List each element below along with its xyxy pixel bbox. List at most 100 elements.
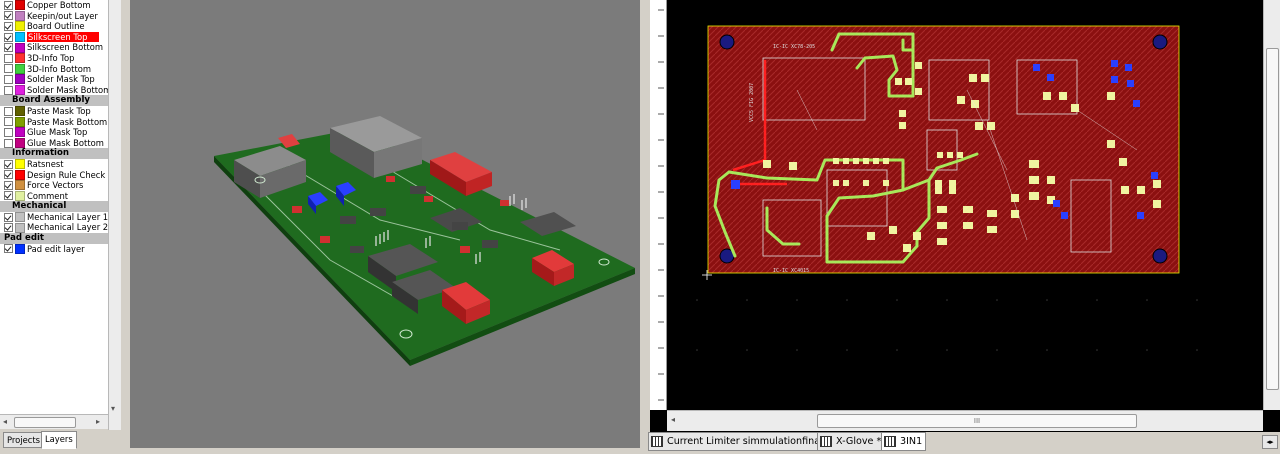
scroll-right-arrow-icon[interactable]: ▸	[96, 417, 100, 426]
layer-row[interactable]: Copper Bottom	[0, 0, 108, 11]
layer-color-swatch[interactable]	[15, 42, 25, 53]
layer-color-swatch[interactable]	[15, 106, 25, 117]
layer-row[interactable]: Comment	[0, 191, 108, 202]
layer-visibility-checkbox[interactable]	[4, 244, 13, 254]
layer-visibility-checkbox[interactable]	[4, 180, 13, 190]
layer-row[interactable]: Solder Mask Top	[0, 74, 108, 85]
layer-label: Pad edit layer	[27, 243, 85, 254]
layer-row[interactable]: Paste Mask Bottom	[0, 117, 108, 128]
pcb-label-board-name: VCC5 FIG 2007	[749, 83, 755, 122]
layer-visibility-checkbox[interactable]	[4, 85, 13, 95]
layer-color-swatch[interactable]	[15, 243, 25, 254]
layer-label: Board Outline	[27, 21, 85, 32]
tab-layers[interactable]: Layers	[41, 431, 77, 449]
layer-visibility-checkbox[interactable]	[4, 191, 13, 201]
tab-scroll-arrows-icon[interactable]: ◂▸	[1262, 435, 1278, 449]
layer-visibility-checkbox[interactable]	[4, 0, 13, 10]
layer-row[interactable]: Force Vectors	[0, 180, 108, 191]
pcb-canvas[interactable]: IC-IC XC78-205 IC-IC XC4015 VCC5 FIG 200…	[667, 0, 1263, 410]
layer-visibility-checkbox[interactable]	[4, 138, 13, 148]
layer-color-swatch[interactable]	[15, 63, 25, 74]
3d-board-view[interactable]	[130, 0, 640, 448]
pcb-document-icon	[884, 436, 896, 447]
scroll-thumb[interactable]	[1266, 48, 1279, 390]
layer-row[interactable]: Silkscreen Top	[0, 31, 108, 43]
layer-row[interactable]: Glue Mask Top	[0, 127, 108, 138]
layer-label: Copper Bottom	[27, 0, 91, 10]
layer-row[interactable]: Keepin/out Layer	[0, 11, 108, 22]
layer-row[interactable]: Silkscreen Bottom	[0, 42, 108, 53]
layer-visibility-checkbox[interactable]	[4, 32, 13, 42]
layer-color-swatch[interactable]	[15, 190, 25, 201]
layer-visibility-checkbox[interactable]	[4, 11, 13, 21]
scroll-thumb[interactable]	[14, 417, 76, 428]
layer-row[interactable]: Ratsnest	[0, 159, 108, 170]
document-tab-bar: Current Limiter simmulationfinal * X-Glo…	[648, 432, 1280, 454]
layer-visibility-checkbox[interactable]	[4, 53, 13, 63]
layer-row[interactable]: 3D-Info Top	[0, 53, 108, 64]
layer-visibility-checkbox[interactable]	[4, 223, 13, 233]
layer-row[interactable]: Mechanical Layer 2	[0, 222, 108, 233]
layer-label: Force Vectors	[27, 180, 84, 191]
layer-row[interactable]: Paste Mask Top	[0, 106, 108, 117]
vertical-ruler	[650, 0, 667, 410]
layer-color-swatch[interactable]	[15, 74, 25, 85]
layer-label: Ratsnest	[27, 158, 64, 169]
layer-color-swatch[interactable]	[15, 159, 25, 170]
layer-visibility-checkbox[interactable]	[4, 74, 13, 84]
layer-row[interactable]: Design Rule Check	[0, 170, 108, 181]
scroll-left-arrow-icon[interactable]: ◂	[3, 417, 7, 426]
layer-color-swatch[interactable]	[15, 127, 25, 138]
layer-visibility-checkbox[interactable]	[4, 106, 13, 116]
layer-visibility-checkbox[interactable]	[4, 43, 13, 53]
scroll-thumb[interactable]: III	[817, 414, 1137, 428]
tab-projects[interactable]: Projects	[3, 432, 45, 448]
layer-color-swatch[interactable]	[15, 212, 25, 223]
layer-color-swatch[interactable]	[15, 169, 25, 180]
layer-row[interactable]: 3D-Info Bottom	[0, 64, 108, 75]
view-splitter[interactable]	[640, 0, 650, 432]
tab-3in1[interactable]: 3IN1	[881, 432, 927, 451]
scroll-left-arrow-icon[interactable]: ◂	[671, 415, 675, 424]
layer-row[interactable]: Board Outline	[0, 21, 108, 32]
layer-color-swatch[interactable]	[15, 10, 25, 21]
layer-list-vertical-scrollbar[interactable]: ▾	[108, 0, 121, 430]
layer-visibility-checkbox[interactable]	[4, 21, 13, 31]
scroll-down-arrow-icon[interactable]: ▾	[111, 404, 115, 413]
layer-row[interactable]: Pad edit layer	[0, 244, 108, 255]
tab-current-limiter[interactable]: Current Limiter simmulationfinal *	[648, 432, 835, 451]
layer-label: Comment	[27, 190, 69, 201]
pcb-vertical-scrollbar[interactable]	[1263, 0, 1280, 410]
tab-label: X-Glove *	[836, 436, 882, 447]
layer-row[interactable]: Glue Mask Bottom	[0, 138, 108, 149]
layer-color-swatch[interactable]	[15, 138, 25, 149]
pcb-label-ic1: IC-IC XC78-205	[773, 44, 815, 50]
layer-color-swatch[interactable]	[15, 116, 25, 127]
pcb-label-ic2: IC-IC XC4015	[773, 268, 809, 274]
layer-visibility-checkbox[interactable]	[4, 212, 13, 222]
layer-color-swatch[interactable]	[15, 0, 25, 11]
layer-color-swatch[interactable]	[15, 222, 25, 233]
layer-visibility-checkbox[interactable]	[4, 64, 13, 74]
layer-visibility-checkbox[interactable]	[4, 170, 13, 180]
tab-label: Current Limiter simmulationfinal *	[667, 436, 831, 447]
pcb-horizontal-scrollbar[interactable]: ◂ III	[667, 410, 1263, 431]
layer-visibility-checkbox[interactable]	[4, 159, 13, 169]
layer-label: Solder Mask Bottom	[27, 84, 109, 95]
layer-list-horizontal-scrollbar[interactable]: ◂ ▸	[0, 414, 108, 429]
layer-label: Glue Mask Bottom	[27, 137, 104, 148]
layer-color-swatch[interactable]	[15, 21, 25, 32]
tab-x-glove[interactable]: X-Glove *	[817, 432, 886, 451]
pcb-layout-view: IC-IC XC78-205 IC-IC XC4015 VCC5 FIG 200…	[650, 0, 1280, 432]
layer-visibility-checkbox[interactable]	[4, 117, 13, 127]
layer-row[interactable]: Solder Mask Bottom	[0, 85, 108, 96]
layer-color-swatch[interactable]	[15, 32, 25, 43]
layer-color-swatch[interactable]	[15, 180, 25, 191]
layer-label: Glue Mask Top	[27, 127, 88, 138]
layer-visibility-checkbox[interactable]	[4, 127, 13, 137]
layer-color-swatch[interactable]	[15, 85, 25, 96]
layer-group-header: Pad edit	[0, 233, 108, 244]
layer-label: Paste Mask Bottom	[27, 116, 108, 127]
layer-color-swatch[interactable]	[15, 53, 25, 64]
layer-row[interactable]: Mechanical Layer 1	[0, 212, 108, 223]
